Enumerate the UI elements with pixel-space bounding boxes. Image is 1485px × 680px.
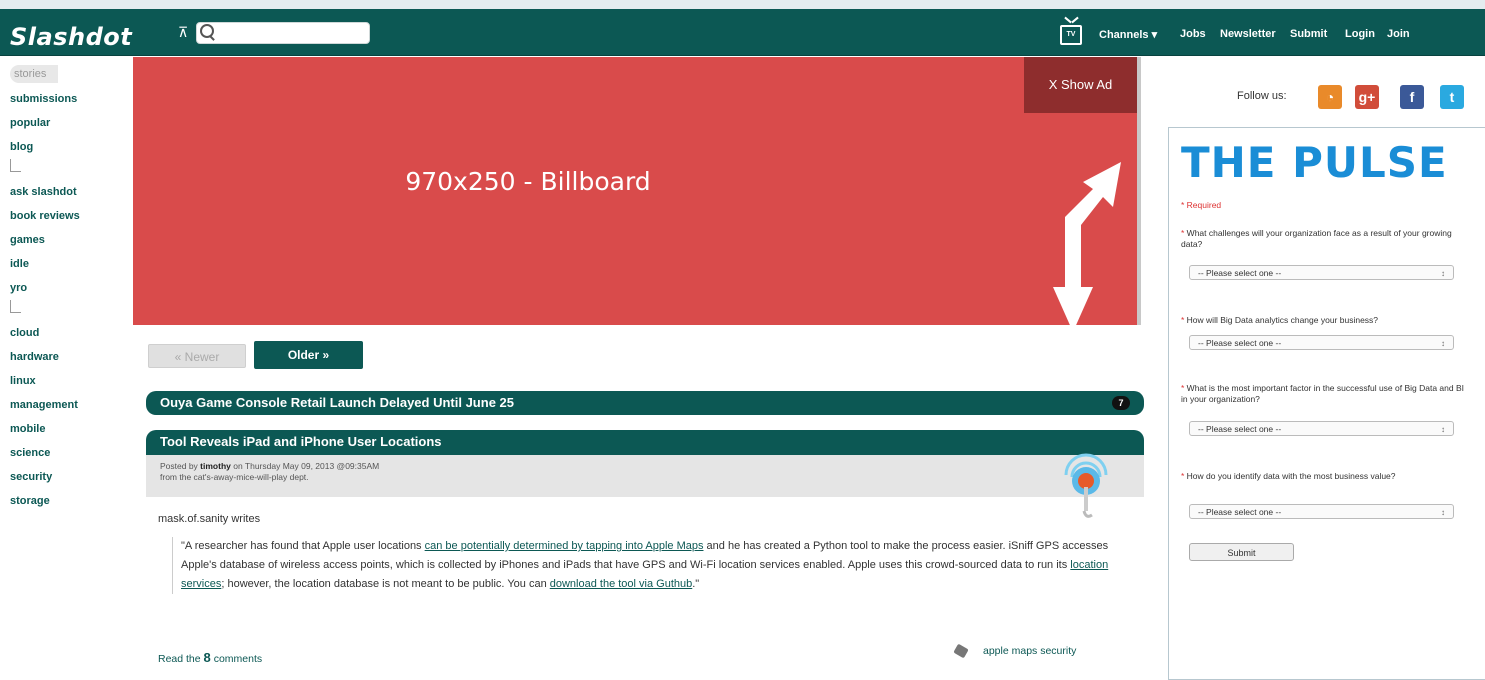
story-title-bar[interactable]: Ouya Game Console Retail Launch Delayed … [146,391,1144,415]
pulse-title: THE PULSE [1181,138,1448,187]
survey-select[interactable]: -- Please select one -- [1189,504,1454,520]
comment-count: 8 [203,650,211,665]
survey-question: * What is the most important factor in t… [1181,383,1464,404]
survey-select[interactable]: -- Please select one -- [1189,335,1454,351]
pulse-survey: THE PULSE * Required * What challenges w… [1168,127,1485,680]
story-tags[interactable]: apple maps security [953,643,1076,659]
quote-text: "A researcher has found that Apple user … [181,540,425,552]
sidebar-item-linux[interactable]: linux [10,369,120,393]
older-button[interactable]: Older » [254,341,363,369]
sidebar-item-yro[interactable]: yro [10,276,120,300]
survey-question: * How do you identify data with the most… [1181,471,1396,481]
read-prefix: Read the [158,653,204,665]
sidebar-item-popular[interactable]: popular [10,111,120,135]
story-meta: Posted by timothy on Thursday May 09, 20… [146,455,1144,497]
question-text: What challenges will your organization f… [1181,228,1452,249]
sidebar-item-book-reviews[interactable]: book reviews [10,204,120,228]
sidebar-item-stories[interactable]: stories [10,65,59,83]
question-text: What is the most important factor in the… [1181,383,1464,404]
search-icon [200,24,214,38]
nav-submit[interactable]: Submit [1290,28,1327,40]
expand-arrow-icon [1053,162,1121,332]
sidebar-item-submissions[interactable]: submissions [10,87,120,111]
posted-date: on Thursday May 09, 2013 @09:35AM [230,461,380,471]
sidebar-item-science[interactable]: science [10,441,120,465]
survey-select[interactable]: -- Please select one -- [1189,421,1454,437]
story-title[interactable]: Ouya Game Console Retail Launch Delayed … [160,395,514,410]
sidebar-item-management[interactable]: management [10,393,120,417]
survey-select[interactable]: -- Please select one -- [1189,265,1454,281]
survey-submit-button[interactable]: Submit [1189,543,1294,561]
sidebar: stories submissions popular blog ask sla… [10,64,120,513]
facebook-icon[interactable]: f [1400,85,1424,109]
story-author[interactable]: timothy [200,461,231,471]
sidebar-item-blog[interactable]: blog [10,135,120,159]
survey-question: * How will Big Data analytics change you… [1181,315,1379,325]
sidebar-item-idle[interactable]: idle [10,252,120,276]
sidebar-item-ask-slashdot[interactable]: ask slashdot [10,180,120,204]
sidebar-item-security[interactable]: security [10,465,120,489]
sidebar-item-games[interactable]: games [10,228,120,252]
follow-label: Follow us: [1237,90,1287,102]
nav-channels[interactable]: Channels ▾ [1099,28,1157,41]
twitter-icon[interactable]: t [1440,85,1464,109]
sidebar-item-cloud[interactable]: cloud [10,321,120,345]
tag-icon [953,643,969,659]
google-plus-icon[interactable]: g+ [1355,85,1379,109]
ad-size-label: 970x250 - Billboard [405,167,651,196]
tag-list[interactable]: apple maps security [983,645,1076,657]
survey-question: * What challenges will your organization… [1181,228,1452,249]
search-input[interactable] [196,22,370,44]
question-text: How do you identify data with the most b… [1186,471,1396,481]
ad-shadow [1137,57,1141,325]
sidebar-item-storage[interactable]: storage [10,489,120,513]
comment-count-badge[interactable]: 7 [1112,396,1130,410]
quote-text: ." [692,578,700,590]
question-text: How will Big Data analytics change your … [1186,315,1379,325]
newer-button[interactable]: « Newer [148,344,246,368]
billboard-ad[interactable]: 970x250 - Billboard X Show Ad [133,57,1137,332]
nav-login[interactable]: Login [1345,28,1375,40]
required-note: * Required [1181,200,1222,210]
story-dept: from the cat's-away-mice-will-play dept. [160,472,309,482]
story-title[interactable]: Tool Reveals iPad and iPhone User Locati… [160,434,442,449]
story-link[interactable]: can be potentially determined by tapping… [425,540,704,552]
sidebar-divider [10,159,21,172]
sidebar-divider [10,300,21,313]
page: Slashdot ⊼ TV Channels ▾ Jobs Newsletter… [0,0,1485,680]
nav-newsletter[interactable]: Newsletter [1220,28,1276,40]
read-comments-link[interactable]: Read the 8 comments [158,650,262,665]
window-top-strip [0,0,1485,9]
nav-join[interactable]: Join [1387,28,1410,40]
story-submitter: mask.of.sanity writes [158,513,261,525]
pin-icon[interactable]: ⊼ [178,24,188,41]
read-suffix: comments [210,653,263,665]
rss-icon[interactable]: ◔ [1318,85,1342,109]
site-logo[interactable]: Slashdot [10,23,132,51]
site-header: Slashdot ⊼ TV Channels ▾ Jobs Newsletter… [0,9,1485,56]
nav-jobs[interactable]: Jobs [1180,28,1206,40]
story-title-bar[interactable]: Tool Reveals iPad and iPhone User Locati… [146,430,1144,456]
story-quote: "A researcher has found that Apple user … [172,537,1131,594]
tv-icon[interactable]: TV [1060,25,1082,45]
sidebar-item-mobile[interactable]: mobile [10,417,120,441]
quote-text: ; however, the location database is not … [221,578,550,590]
story-link[interactable]: download the tool via Guthub [550,578,693,590]
posted-prefix: Posted by [160,461,201,471]
sidebar-item-hardware[interactable]: hardware [10,345,120,369]
show-ad-button[interactable]: X Show Ad [1024,57,1137,113]
